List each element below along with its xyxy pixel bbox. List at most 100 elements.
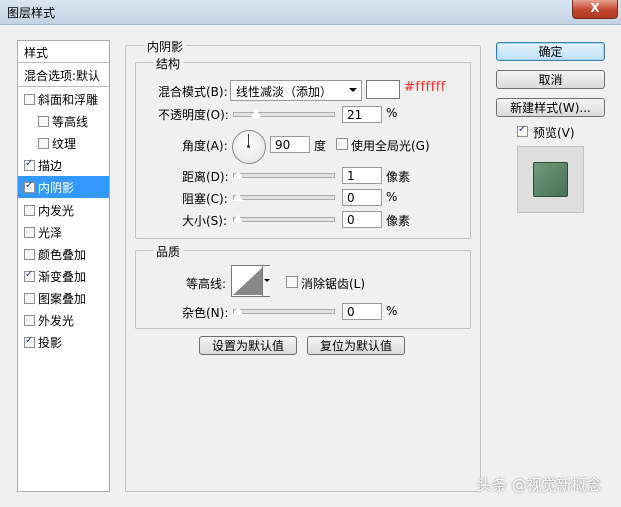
slider-track xyxy=(233,112,335,117)
style-item[interactable]: 描边 xyxy=(18,154,109,176)
shadow-color-swatch[interactable] xyxy=(366,80,400,99)
style-preview xyxy=(517,146,584,213)
angle-input[interactable]: 90 xyxy=(270,136,310,153)
opacity-unit: % xyxy=(386,106,398,120)
style-item[interactable]: 纹理 xyxy=(18,132,109,154)
style-item-checkbox[interactable] xyxy=(24,226,35,238)
style-item[interactable]: 投影 xyxy=(18,331,109,353)
slider-track xyxy=(233,173,335,178)
styles-header-label: 样式 xyxy=(24,46,49,60)
styles-list: 样式 混合选项:默认 斜面和浮雕等高线纹理描边内阴影内发光光泽颜色叠加渐变叠加图… xyxy=(17,40,110,492)
distance-input[interactable]: 1 xyxy=(342,167,382,184)
chevron-down-icon[interactable] xyxy=(262,266,270,296)
style-item[interactable]: 斜面和浮雕 xyxy=(18,88,109,110)
style-item-checkbox[interactable] xyxy=(24,180,35,194)
slider-track xyxy=(233,217,335,222)
choke-unit: % xyxy=(386,190,398,204)
quality-title: 品质 xyxy=(153,243,184,260)
blend-mode-select[interactable]: 线性减淡（添加） xyxy=(230,80,362,101)
blend-mode-label: 混合模式(B): xyxy=(158,85,228,99)
style-item-label: 外发光 xyxy=(38,314,75,328)
style-item-checkbox[interactable] xyxy=(24,269,35,282)
opacity-slider[interactable] xyxy=(233,108,335,120)
inner-shadow-title: 内阴影 xyxy=(144,38,187,55)
noise-label: 杂色(N): xyxy=(182,306,229,320)
make-default-button[interactable]: 设置为默认值 xyxy=(199,336,297,355)
slider-thumb[interactable] xyxy=(250,108,262,119)
style-item-checkbox[interactable] xyxy=(24,204,35,216)
styles-header: 样式 xyxy=(18,41,109,63)
style-item[interactable]: 渐变叠加 xyxy=(18,265,109,287)
chevron-down-icon xyxy=(349,88,357,92)
style-item[interactable]: 外发光 xyxy=(18,309,109,331)
distance-slider[interactable] xyxy=(232,169,335,181)
style-item-label: 描边 xyxy=(38,159,63,174)
blend-options-item[interactable]: 混合选项:默认 xyxy=(18,64,109,86)
slider-thumb[interactable] xyxy=(232,191,244,202)
divider xyxy=(18,86,109,87)
choke-slider[interactable] xyxy=(232,191,335,203)
style-item-checkbox[interactable] xyxy=(24,94,35,105)
angle-unit: 度 xyxy=(314,139,327,153)
contour-curve-icon xyxy=(233,267,263,295)
slider-thumb[interactable] xyxy=(232,213,244,224)
preview-checkbox[interactable] xyxy=(517,124,528,137)
preview-swatch xyxy=(533,162,568,197)
title-bar[interactable]: 图层样式 X xyxy=(0,0,621,25)
style-item[interactable]: 内阴影 xyxy=(18,176,109,199)
angle-dial[interactable] xyxy=(232,130,266,164)
size-slider[interactable] xyxy=(232,213,335,225)
style-item-label: 内发光 xyxy=(38,203,75,218)
reset-default-button[interactable]: 复位为默认值 xyxy=(307,336,405,355)
size-input[interactable]: 0 xyxy=(342,211,382,228)
style-item-label: 内阴影 xyxy=(38,181,75,196)
choke-input[interactable]: 0 xyxy=(342,189,382,206)
style-item[interactable]: 光泽 xyxy=(18,221,109,243)
style-item-checkbox[interactable] xyxy=(38,116,49,128)
layer-style-dialog: 图层样式 X 样式 混合选项:默认 斜面和浮雕等高线纹理描边内阴影内发光光泽颜色… xyxy=(0,0,621,507)
style-item[interactable]: 内发光 xyxy=(18,199,109,221)
global-light-checkbox[interactable] xyxy=(336,138,348,150)
style-item-checkbox[interactable] xyxy=(24,248,35,260)
style-item-checkbox[interactable] xyxy=(24,315,35,326)
anti-alias-label: 消除锯齿(L) xyxy=(301,277,366,291)
style-item[interactable]: 等高线 xyxy=(18,110,109,132)
style-item-checkbox[interactable] xyxy=(24,292,35,304)
style-item[interactable]: 颜色叠加 xyxy=(18,243,109,265)
distance-label: 距离(D): xyxy=(182,170,229,184)
noise-input[interactable]: 0 xyxy=(342,303,382,320)
window-title: 图层样式 xyxy=(7,6,56,20)
color-hex-annotation: #ffffff xyxy=(404,80,446,95)
opacity-input[interactable]: 21 xyxy=(342,106,382,123)
style-item-label: 斜面和浮雕 xyxy=(38,93,99,107)
blend-mode-value: 线性减淡（添加） xyxy=(236,85,333,99)
size-label: 大小(S): xyxy=(182,214,228,228)
new-style-button[interactable]: 新建样式(W)... xyxy=(496,98,605,117)
style-item-label: 颜色叠加 xyxy=(38,247,87,262)
slider-track xyxy=(233,195,335,200)
close-button[interactable]: X xyxy=(572,0,618,19)
style-item-checkbox[interactable] xyxy=(24,158,35,172)
style-item-label: 图案叠加 xyxy=(38,291,87,306)
anti-alias-checkbox[interactable] xyxy=(286,276,298,288)
style-item-checkbox[interactable] xyxy=(38,138,49,150)
style-item[interactable]: 图案叠加 xyxy=(18,287,109,309)
contour-picker[interactable] xyxy=(231,265,270,297)
slider-thumb[interactable] xyxy=(232,305,244,316)
global-light-label: 使用全局光(G) xyxy=(351,139,430,153)
style-item-label: 等高线 xyxy=(52,115,89,130)
noise-slider[interactable] xyxy=(232,305,335,317)
size-unit: 像素 xyxy=(386,214,411,228)
dial-center xyxy=(247,145,250,148)
opacity-label: 不透明度(O): xyxy=(158,108,229,122)
style-item-checkbox[interactable] xyxy=(24,335,35,349)
style-item-label: 渐变叠加 xyxy=(38,269,87,284)
style-item-label: 光泽 xyxy=(38,225,63,240)
ok-button[interactable]: 确定 xyxy=(496,42,605,61)
divider xyxy=(18,62,109,63)
style-item-label: 纹理 xyxy=(52,137,77,152)
cancel-button[interactable]: 取消 xyxy=(496,70,605,89)
slider-thumb[interactable] xyxy=(232,169,244,180)
contour-label: 等高线: xyxy=(186,277,227,291)
choke-label: 阻塞(C): xyxy=(182,192,228,206)
